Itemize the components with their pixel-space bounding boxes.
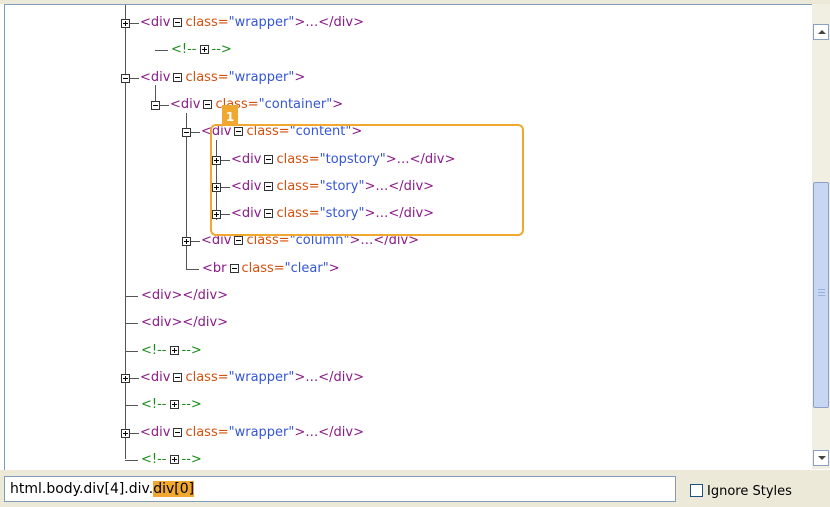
grip-icon <box>818 292 825 293</box>
collapse-icon[interactable] <box>121 74 130 83</box>
empty-element: <div></div> <box>141 315 229 330</box>
comment-node[interactable]: <!-- --> <box>141 450 202 470</box>
tree-connector-line <box>130 378 139 379</box>
attribute-value: "wrapper" <box>228 70 295 85</box>
tree-connector-line <box>155 50 168 51</box>
comment-expand-icon[interactable] <box>199 45 209 54</box>
tree-node[interactable]: <div class="wrapper">…</div> <box>140 423 364 443</box>
tag-close: >…</div> <box>294 370 364 385</box>
tag-open: <div <box>140 370 171 385</box>
tag-open: <br <box>202 261 227 276</box>
tree-node[interactable]: <div class="wrapper"> <box>140 68 305 88</box>
vertical-scrollbar[interactable] <box>812 4 830 469</box>
comment-expand-icon[interactable] <box>169 346 179 355</box>
attribute-value: "clear" <box>284 261 329 276</box>
selection-badge: 1 <box>222 105 238 125</box>
grip-icon <box>818 289 825 290</box>
attribute-toggle-icon[interactable] <box>173 428 183 437</box>
selection-highlight-frame <box>210 124 524 236</box>
comment-close: --> <box>181 452 202 467</box>
tree-node[interactable]: <div class="wrapper">…</div> <box>140 368 364 388</box>
tag-close: > <box>332 97 344 112</box>
tag-open: <div <box>140 70 171 85</box>
tree-connector-line <box>125 351 138 352</box>
comment-close: --> <box>181 343 202 358</box>
tree-node[interactable]: <div class="wrapper">…</div> <box>140 13 364 33</box>
comment-open: <!-- <box>141 397 167 412</box>
scroll-thumb[interactable] <box>813 182 829 408</box>
tree-node[interactable]: <div></div> <box>141 286 228 306</box>
tree-connector-line <box>130 78 139 79</box>
ignore-styles-label: Ignore Styles <box>707 484 792 499</box>
status-bar: html.body.div[4].div.div[0] Ignore Style… <box>0 470 830 507</box>
comment-close: --> <box>181 397 202 412</box>
comment-node[interactable]: <!-- --> <box>171 40 232 60</box>
attribute-toggle-icon[interactable] <box>229 264 239 273</box>
tree-connector-line <box>125 323 138 324</box>
scroll-down-button[interactable] <box>813 450 829 466</box>
tag-close: >…</div> <box>294 425 364 440</box>
comment-open: <!-- <box>141 343 167 358</box>
attribute-toggle-icon[interactable] <box>173 18 183 27</box>
scroll-up-button[interactable] <box>813 24 829 40</box>
tag-close: > <box>294 70 306 85</box>
expand-icon[interactable] <box>121 19 130 28</box>
arrow-up-icon <box>818 30 826 34</box>
tree-connector-line <box>191 132 200 133</box>
attribute-value: "wrapper" <box>228 370 295 385</box>
collapse-icon[interactable] <box>151 101 160 110</box>
attribute-name: class= <box>185 15 229 30</box>
ignore-styles-checkbox[interactable] <box>690 484 703 497</box>
attribute-name: class= <box>185 425 229 440</box>
tree-connector-line <box>191 241 200 242</box>
tree-node[interactable]: <br class="clear"> <box>202 259 340 279</box>
attribute-name: class= <box>185 370 229 385</box>
attribute-value: "container" <box>258 97 333 112</box>
tag-open: <div <box>140 425 171 440</box>
tree-connector-line <box>186 269 199 270</box>
tree-node[interactable]: <divclass="container"> <box>170 95 343 115</box>
comment-node[interactable]: <!-- --> <box>141 341 202 361</box>
comment-open: <!-- <box>141 452 167 467</box>
grip-icon <box>818 295 825 296</box>
attribute-value: "wrapper" <box>228 425 295 440</box>
attribute-name: class= <box>185 70 229 85</box>
comment-close: --> <box>211 42 232 57</box>
tag-open: <div <box>170 97 201 112</box>
tree-connector-line <box>160 105 169 106</box>
tag-open: <div <box>140 15 171 30</box>
comment-node[interactable]: <!-- --> <box>141 395 202 415</box>
expand-icon[interactable] <box>121 374 130 383</box>
ignore-styles-toggle[interactable]: Ignore Styles <box>690 484 792 500</box>
tree-node[interactable]: <div></div> <box>141 313 228 333</box>
tree-connector-line <box>130 23 139 24</box>
attribute-value: "wrapper" <box>228 15 295 30</box>
tree-connector-line <box>125 296 138 297</box>
attribute-toggle-icon[interactable] <box>234 236 244 245</box>
expand-icon[interactable] <box>121 429 130 438</box>
attribute-name: class= <box>241 261 285 276</box>
attribute-toggle-icon[interactable] <box>203 100 213 109</box>
tree-connector-line <box>125 460 138 461</box>
comment-expand-icon[interactable] <box>169 455 179 464</box>
tree-connector-line <box>130 433 139 434</box>
collapse-icon[interactable] <box>182 128 191 137</box>
path-prefix: html.body.div[4].div. <box>10 481 154 497</box>
attribute-toggle-icon[interactable] <box>173 73 183 82</box>
expand-icon[interactable] <box>182 237 191 246</box>
node-path-field[interactable]: html.body.div[4].div.div[0] <box>4 476 676 502</box>
dom-tree-pane[interactable]: <div class="wrapper">…</div> <!-- --> <div cl… <box>4 4 813 471</box>
tag-close: >…</div> <box>294 15 364 30</box>
empty-element: <div></div> <box>141 288 229 303</box>
arrow-down-icon <box>818 456 826 460</box>
comment-expand-icon[interactable] <box>169 400 179 409</box>
comment-open: <!-- <box>171 42 197 57</box>
tag-close: > <box>328 261 340 276</box>
path-selected-segment: div[0] <box>153 481 195 497</box>
tree-connector-line <box>125 405 138 406</box>
attribute-toggle-icon[interactable] <box>173 373 183 382</box>
